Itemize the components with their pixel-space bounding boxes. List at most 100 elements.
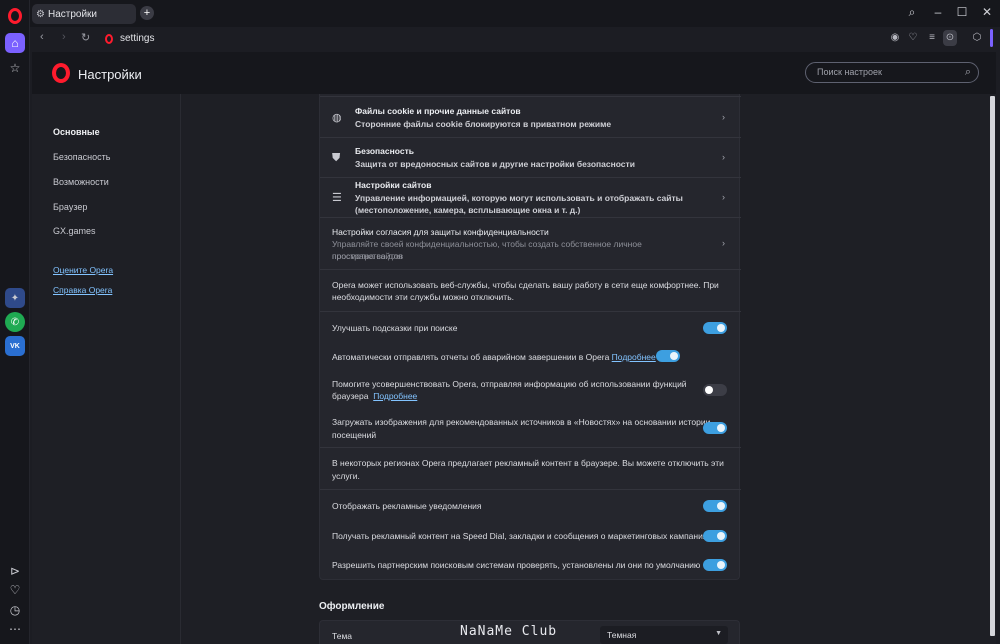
opera-logo [52, 63, 70, 83]
chevron-right-icon: › [722, 238, 725, 248]
webservices-info-row: Opera может использовать веб-службы, что… [320, 270, 741, 312]
accent-strip [990, 29, 993, 47]
tab-settings[interactable]: ⚙ Настройки [32, 4, 136, 24]
nav-item-basic[interactable]: Основные [53, 127, 100, 137]
webservices-text-2: необходимости эти службы можно отключить… [332, 292, 514, 302]
crash-reports-label: Автоматически отправлять отчеты об авари… [332, 352, 656, 362]
player-icon[interactable]: ⊳ [5, 561, 25, 581]
sliders-icon: ☰ [332, 192, 342, 204]
close-icon[interactable]: ✕ [979, 5, 995, 19]
security-subtitle: Защита от вредоносных сайтов и другие на… [355, 159, 635, 169]
news-images-toggle[interactable] [703, 422, 727, 434]
chevron-right-icon: › [722, 192, 725, 202]
ads-text-2: услуги. [332, 471, 360, 481]
site-settings-subtitle-2: (местоположение, камера, всплывающие окн… [355, 205, 581, 215]
crash-reports-toggle[interactable] [656, 350, 680, 362]
privacy-panel: ◍ Файлы cookie и прочие данные сайтов Ст… [319, 94, 741, 580]
webservices-text: Opera может использовать веб-службы, что… [332, 280, 719, 290]
search-icon[interactable]: ⌕ [904, 5, 920, 20]
site-settings-row[interactable]: ☰ Настройки сайтов Управление информацие… [320, 178, 741, 218]
partner-search-row: Разрешить партнерским поисковым системам… [320, 550, 741, 580]
more-icon[interactable]: ⋯ [5, 619, 25, 639]
address-bar [32, 27, 1000, 51]
cookies-row[interactable]: ◍ Файлы cookie и прочие данные сайтов Ст… [320, 97, 741, 138]
new-tab-button[interactable]: + [140, 6, 154, 20]
usage-info-more-link[interactable]: Подробнее [373, 391, 417, 401]
star-icon[interactable]: ☆ [5, 58, 25, 78]
menu-lines-icon[interactable]: ≡ [925, 32, 939, 43]
news-images-label: Загружать изображения для рекомендованны… [332, 417, 711, 427]
suggestions-toggle[interactable] [703, 322, 727, 334]
consent-row[interactable]: Настройки согласия для защиты конфиденци… [320, 218, 741, 270]
camera-icon[interactable]: ◉ [888, 32, 902, 43]
search-placeholder: Поиск настроек [817, 67, 882, 77]
tab-title: Настройки [47, 8, 98, 20]
consent-subtitle-2: просмотра сайтов [332, 251, 404, 261]
whatsapp-icon[interactable]: ✆ [5, 312, 25, 332]
security-row[interactable]: ⛊ Безопасность Защита от вредоносных сай… [320, 138, 741, 178]
nav-item-security[interactable]: Безопасность [53, 152, 110, 162]
search-input[interactable]: Поиск настроек ⌕ [805, 62, 979, 83]
nav-item-features[interactable]: Возможности [53, 177, 109, 187]
page-title: Настройки [78, 67, 142, 82]
ads-info-row: В некоторых регионах Opera предлагает ре… [320, 448, 741, 490]
ad-notifications-row: Отображать рекламные уведомления [320, 490, 741, 520]
watermark-text: NaNaMe Club [460, 624, 558, 639]
aria-icon[interactable]: ✦ [5, 288, 25, 308]
nav-item-browser[interactable]: Браузер [53, 202, 87, 212]
theme-select[interactable]: Темная ▼ [600, 626, 728, 644]
nav-item-gxgames[interactable]: GX.games [53, 226, 96, 236]
chevron-down-icon: ▼ [715, 630, 722, 637]
cookie-icon: ◍ [332, 112, 342, 124]
suggestions-row: Улучшать подсказки при поиске [320, 312, 741, 342]
crash-reports-row: Автоматически отправлять отчеты об авари… [320, 342, 741, 370]
partner-search-toggle[interactable] [703, 559, 727, 571]
speed-dial-ads-row: Получать рекламный контент на Speed Dial… [320, 520, 741, 550]
rate-opera-link[interactable]: Оцените Opera [53, 265, 113, 275]
news-images-label-2: посещений [332, 430, 377, 440]
heart-icon[interactable]: ♡ [5, 580, 25, 600]
speed-dial-ads-label: Получать рекламный контент на Speed Dial… [332, 531, 712, 541]
home-icon[interactable]: ⌂ [5, 33, 25, 53]
cube-icon[interactable]: ⬡ [970, 32, 984, 43]
profile-icon[interactable]: ⊙ [943, 30, 957, 46]
usage-info-label: Помогите усовершенствовать Opera, отправ… [332, 379, 687, 389]
cookies-subtitle: Сторонние файлы cookie блокируются в при… [355, 119, 612, 129]
chevron-right-icon: › [722, 152, 725, 162]
vk-icon[interactable]: VK [5, 336, 25, 356]
minimize-icon[interactable]: – [930, 5, 946, 19]
usage-info-label-2: браузера Подробнее [332, 391, 418, 401]
partner-search-label: Разрешить партнерским поисковым системам… [332, 560, 701, 570]
cookies-title: Файлы cookie и прочие данные сайтов [355, 106, 521, 116]
history-icon[interactable]: ◷ [5, 600, 25, 620]
appearance-section-title: Оформление [319, 601, 385, 612]
scrollbar-thumb[interactable] [990, 96, 995, 636]
opera-logo[interactable] [8, 8, 22, 24]
back-icon[interactable]: ‹ [40, 31, 44, 43]
site-settings-subtitle: Управление информацией, которую могут ис… [355, 193, 683, 203]
site-settings-title: Настройки сайтов [355, 180, 432, 190]
usage-info-toggle[interactable] [703, 384, 727, 396]
help-opera-link[interactable]: Справка Opera [53, 285, 112, 295]
theme-label: Тема [332, 631, 353, 641]
heart-icon[interactable]: ♡ [906, 32, 920, 43]
maximize-icon[interactable]: ☐ [954, 5, 970, 19]
security-title: Безопасность [355, 146, 414, 156]
url-opera-icon [105, 34, 113, 44]
ad-notifications-label: Отображать рекламные уведомления [332, 501, 482, 511]
reload-icon[interactable]: ↻ [81, 31, 90, 44]
url-field[interactable]: settings [120, 33, 154, 44]
forward-icon[interactable]: › [62, 31, 66, 43]
news-images-row: Загружать изображения для рекомендованны… [320, 410, 741, 448]
ads-text: В некоторых регионах Opera предлагает ре… [332, 458, 724, 468]
crash-reports-more-link[interactable]: Подробнее [612, 352, 656, 362]
search-icon: ⌕ [964, 66, 971, 78]
theme-value: Темная [607, 630, 637, 640]
usage-info-row: Помогите усовершенствовать Opera, отправ… [320, 370, 741, 410]
chevron-right-icon: › [722, 112, 725, 122]
speed-dial-ads-toggle[interactable] [703, 530, 727, 542]
shield-icon: ⛊ [332, 152, 341, 164]
consent-title: Настройки согласия для защиты конфиденци… [332, 227, 549, 237]
gear-icon: ⚙ [36, 8, 45, 20]
ad-notifications-toggle[interactable] [703, 500, 727, 512]
